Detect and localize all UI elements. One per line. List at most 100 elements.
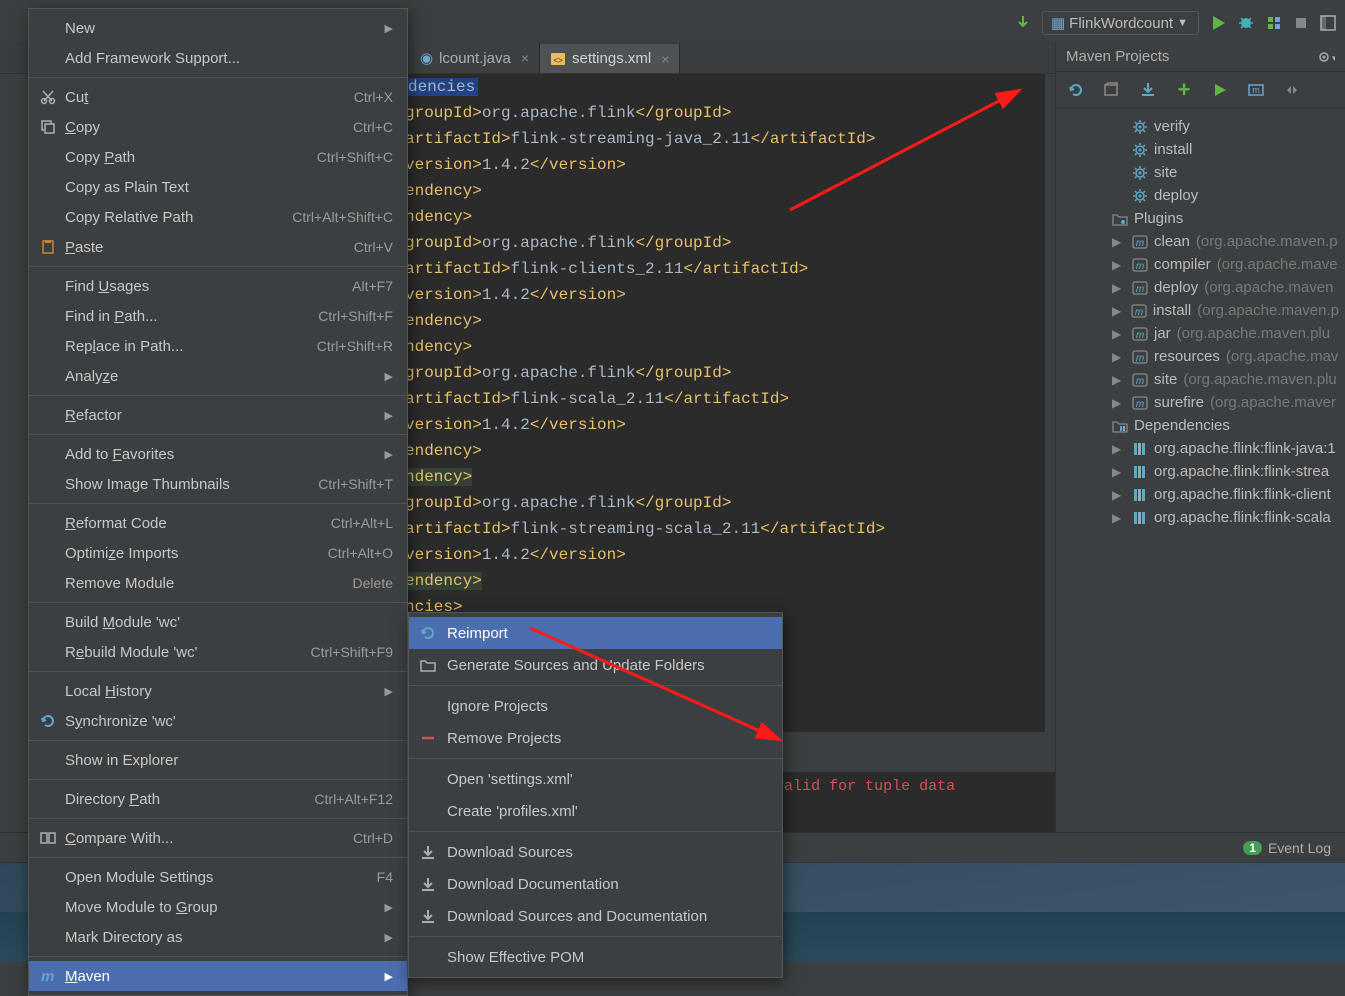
menu-item-label: Local History — [65, 683, 379, 700]
menu-item-find-in-path[interactable]: Find in Path...Ctrl+Shift+F — [29, 301, 407, 331]
submenu-item-download-sources[interactable]: Download Sources — [409, 836, 782, 868]
menu-item-label: Maven — [65, 968, 379, 985]
submenu-item-download-sources-and-documentation[interactable]: Download Sources and Documentation — [409, 900, 782, 932]
layout-icon[interactable] — [1319, 14, 1337, 32]
submenu-item-remove-projects[interactable]: Remove Projects — [409, 722, 782, 754]
run-config-selector[interactable]: ▦ FlinkWordcount ▼ — [1042, 11, 1199, 35]
menu-item-label: Analyze — [65, 368, 379, 385]
profile-button[interactable] — [1265, 14, 1283, 32]
submenu-item-create-profiles-xml[interactable]: Create 'profiles.xml' — [409, 795, 782, 827]
menu-item-paste[interactable]: PasteCtrl+V — [29, 232, 407, 262]
menu-item-new[interactable]: New▶ — [29, 13, 407, 43]
menu-item-cut[interactable]: CutCtrl+X — [29, 82, 407, 112]
maven-plugin-icon: m — [1132, 395, 1148, 411]
menu-item-rebuild-module-wc[interactable]: Rebuild Module 'wc'Ctrl+Shift+F9 — [29, 637, 407, 667]
menu-item-move-module-to-group[interactable]: Move Module to Group▶ — [29, 892, 407, 922]
lifecycle-goal-site[interactable]: site — [1056, 161, 1345, 184]
menu-item-local-history[interactable]: Local History▶ — [29, 676, 407, 706]
dependency-item[interactable]: ▶org.apache.flink:flink-scala — [1056, 506, 1345, 529]
menu-item-synchronize-wc[interactable]: Synchronize 'wc' — [29, 706, 407, 736]
submenu-item-open-settings-xml[interactable]: Open 'settings.xml' — [409, 763, 782, 795]
dependency-label: org.apache.flink:flink-strea — [1154, 463, 1329, 480]
execute-goal-icon[interactable]: m — [1246, 80, 1266, 100]
submenu-item-ignore-projects[interactable]: Ignore Projects — [409, 690, 782, 722]
plugins-node[interactable]: Plugins — [1056, 207, 1345, 230]
lifecycle-goal-deploy[interactable]: deploy — [1056, 184, 1345, 207]
chevron-right-icon: ▶ — [385, 901, 393, 914]
sync-down-icon[interactable] — [1014, 14, 1032, 32]
submenu-item-generate-sources-and-update-folders[interactable]: Generate Sources and Update Folders — [409, 649, 782, 681]
plugin-hint: (org.apache.mave — [1217, 256, 1338, 273]
download-icon[interactable] — [1138, 80, 1158, 100]
menu-item-show-in-explorer[interactable]: Show in Explorer — [29, 745, 407, 775]
menu-item-build-module-wc[interactable]: Build Module 'wc' — [29, 607, 407, 637]
plugin-surefire[interactable]: ▶msurefire (org.apache.maver — [1056, 391, 1345, 414]
submenu-item-label: Download Sources — [447, 844, 573, 861]
menu-item-mark-directory-as[interactable]: Mark Directory as▶ — [29, 922, 407, 952]
menu-item-directory-path[interactable]: Directory PathCtrl+Alt+F12 — [29, 784, 407, 814]
svg-text:m: m — [1136, 376, 1144, 387]
submenu-item-reimport[interactable]: Reimport — [409, 617, 782, 649]
menu-item-copy-relative-path[interactable]: Copy Relative PathCtrl+Alt+Shift+C — [29, 202, 407, 232]
svg-text:m: m — [1136, 353, 1144, 364]
menu-item-add-to-favorites[interactable]: Add to Favorites▶ — [29, 439, 407, 469]
dependencies-node[interactable]: Dependencies — [1056, 414, 1345, 437]
plugin-install[interactable]: ▶minstall (org.apache.maven.p — [1056, 299, 1345, 322]
menu-item-copy[interactable]: CopyCtrl+C — [29, 112, 407, 142]
plugin-site[interactable]: ▶msite (org.apache.maven.plu — [1056, 368, 1345, 391]
plugin-jar[interactable]: ▶mjar (org.apache.maven.plu — [1056, 322, 1345, 345]
separator — [29, 956, 407, 957]
menu-item-optimize-imports[interactable]: Optimize ImportsCtrl+Alt+O — [29, 538, 407, 568]
download-icon — [417, 876, 439, 892]
menu-item-analyze[interactable]: Analyze▶ — [29, 361, 407, 391]
tab-settings-xml[interactable]: <> settings.xml × — [540, 44, 680, 73]
maven-projects-panel: Maven Projects ▾ + m verifyinstallsitede… — [1055, 42, 1345, 832]
run-maven-icon[interactable] — [1210, 80, 1230, 100]
submenu-item-show-effective-pom[interactable]: Show Effective POM — [409, 941, 782, 973]
add-icon[interactable]: + — [1174, 80, 1194, 100]
menu-item-add-framework-support[interactable]: Add Framework Support... — [29, 43, 407, 73]
menu-item-label: Add Framework Support... — [65, 50, 393, 67]
close-icon[interactable]: × — [521, 50, 529, 66]
menu-item-show-image-thumbnails[interactable]: Show Image ThumbnailsCtrl+Shift+T — [29, 469, 407, 499]
plugin-clean[interactable]: ▶mclean (org.apache.maven.p — [1056, 230, 1345, 253]
maven-plugin-icon: m — [1132, 280, 1148, 296]
tab-lcount-java[interactable]: ◉ lcount.java × — [410, 43, 540, 73]
menu-item-compare-with[interactable]: Compare With...Ctrl+D — [29, 823, 407, 853]
maven-plugin-icon: m — [1131, 303, 1147, 319]
menu-item-open-module-settings[interactable]: Open Module SettingsF4 — [29, 862, 407, 892]
menu-item-copy-path[interactable]: Copy PathCtrl+Shift+C — [29, 142, 407, 172]
dependency-item[interactable]: ▶org.apache.flink:flink-java:1 — [1056, 437, 1345, 460]
close-icon[interactable]: × — [661, 51, 669, 67]
dependency-item[interactable]: ▶org.apache.flink:flink-strea — [1056, 460, 1345, 483]
menu-item-find-usages[interactable]: Find UsagesAlt+F7 — [29, 271, 407, 301]
run-button[interactable] — [1209, 14, 1227, 32]
menu-item-reformat-code[interactable]: Reformat CodeCtrl+Alt+L — [29, 508, 407, 538]
menu-item-maven[interactable]: mMaven▶ — [29, 961, 407, 991]
menu-item-label: Show Image Thumbnails — [65, 476, 312, 493]
maven-m-icon: m — [37, 968, 59, 984]
menu-item-remove-module[interactable]: Remove ModuleDelete — [29, 568, 407, 598]
menu-item-label: Compare With... — [65, 830, 347, 847]
lifecycle-goal-verify[interactable]: verify — [1056, 115, 1345, 138]
reimport-icon[interactable] — [1066, 80, 1086, 100]
gear-icon[interactable]: ▾ — [1317, 50, 1335, 64]
menu-item-refactor[interactable]: Refactor▶ — [29, 400, 407, 430]
submenu-item-download-documentation[interactable]: Download Documentation — [409, 868, 782, 900]
plugin-compiler[interactable]: ▶mcompiler (org.apache.mave — [1056, 253, 1345, 276]
plugin-name: surefire — [1154, 394, 1204, 411]
maven-tree[interactable]: verifyinstallsitedeployPlugins▶mclean (o… — [1056, 109, 1345, 535]
menu-item-copy-as-plain-text[interactable]: Copy as Plain Text — [29, 172, 407, 202]
generate-sources-icon[interactable] — [1102, 80, 1122, 100]
stop-button[interactable] — [1293, 15, 1309, 31]
dependency-item[interactable]: ▶org.apache.flink:flink-client — [1056, 483, 1345, 506]
plugin-name: jar — [1154, 325, 1171, 342]
menu-item-label: Show in Explorer — [65, 752, 393, 769]
plugin-resources[interactable]: ▶mresources (org.apache.mav — [1056, 345, 1345, 368]
menu-item-replace-in-path[interactable]: Replace in Path...Ctrl+Shift+R — [29, 331, 407, 361]
toggle-offline-icon[interactable] — [1282, 80, 1302, 100]
lifecycle-goal-install[interactable]: install — [1056, 138, 1345, 161]
plugin-deploy[interactable]: ▶mdeploy (org.apache.maven — [1056, 276, 1345, 299]
debug-button[interactable] — [1237, 14, 1255, 32]
event-log-button[interactable]: 1 Event Log — [1243, 840, 1331, 856]
